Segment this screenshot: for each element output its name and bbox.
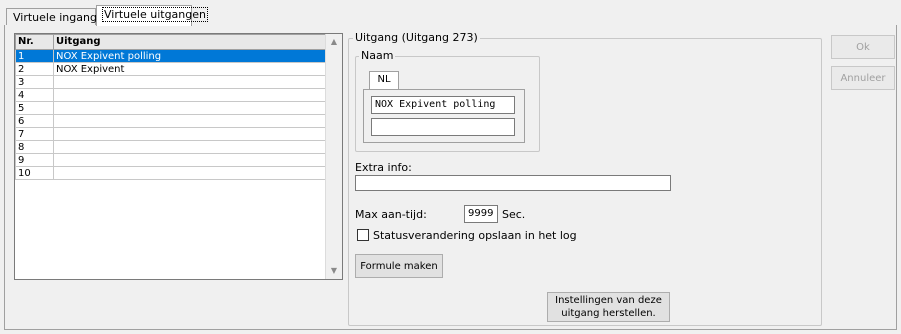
max-aan-tijd-label: Max aan-tijd: (355, 208, 427, 221)
table-header-row: Nr. Uitgang (15, 34, 326, 50)
naam-input[interactable]: NOX Expivent polling (371, 96, 515, 114)
column-header-uitgang[interactable]: Uitgang (53, 34, 326, 50)
scroll-up-icon[interactable]: ▲ (326, 34, 342, 50)
status-log-label[interactable]: Statusverandering opslaan in het log (373, 229, 577, 242)
extra-info-input[interactable] (355, 175, 671, 191)
naam-input-secondary[interactable] (371, 118, 515, 136)
table-row[interactable]: 8 (15, 140, 326, 154)
table-row[interactable]: 1 NOX Expivent polling (15, 49, 326, 63)
cell-name (53, 140, 326, 154)
cell-nr: 4 (15, 88, 54, 102)
cell-name (53, 101, 326, 115)
table-row[interactable]: 6 (15, 114, 326, 128)
column-header-nr[interactable]: Nr. (15, 34, 54, 50)
formule-maken-button[interactable]: Formule maken (355, 254, 443, 278)
cell-name (53, 75, 326, 89)
cell-nr: 1 (15, 49, 54, 63)
outputs-table: Nr. Uitgang 1 NOX Expivent polling 2 NOX E… (15, 34, 326, 180)
cell-name (53, 166, 326, 180)
cell-nr: 8 (15, 140, 54, 154)
uitgang-group-title: Uitgang (Uitgang 273) (353, 31, 480, 44)
naam-group-title: Naam (359, 49, 396, 62)
status-log-checkbox[interactable] (357, 229, 369, 241)
restore-settings-button[interactable]: Instellingen van deze uitgang herstellen… (547, 292, 670, 322)
table-row[interactable]: 5 (15, 101, 326, 115)
outputs-grid[interactable]: Nr. Uitgang 1 NOX Expivent polling 2 NOX E… (14, 33, 343, 280)
cancel-button[interactable]: Annuleer (831, 66, 895, 90)
cell-nr: 10 (15, 166, 54, 180)
ok-button[interactable]: Ok (831, 35, 895, 59)
cell-name (53, 153, 326, 167)
tab-virtuele-ingangen[interactable]: Virtuele ingangen (6, 8, 111, 26)
table-row[interactable]: 10 (15, 166, 326, 180)
table-row[interactable]: 7 (15, 127, 326, 141)
cell-name (53, 114, 326, 128)
cell-nr: 3 (15, 75, 54, 89)
scroll-down-icon[interactable]: ▼ (326, 263, 342, 279)
restore-line1: Instellingen van deze (555, 295, 662, 306)
tab-language-nl[interactable]: NL (369, 71, 399, 89)
cell-nr: 2 (15, 62, 54, 76)
tab-virtuele-uitgangen[interactable]: Virtuele uitgangen (96, 5, 208, 26)
cell-nr: 9 (15, 153, 54, 167)
cell-nr: 6 (15, 114, 54, 128)
restore-line2: uitgang herstellen. (561, 308, 656, 319)
max-aan-tijd-input[interactable]: 9999 (464, 205, 498, 223)
extra-info-label: Extra info: (355, 161, 412, 174)
cell-name (53, 127, 326, 141)
max-unit-label: Sec. (502, 208, 526, 221)
grid-scrollbar[interactable]: ▲ ▼ (325, 34, 342, 279)
cell-nr: 5 (15, 101, 54, 115)
table-row[interactable]: 3 (15, 75, 326, 89)
cell-name (53, 88, 326, 102)
table-row[interactable]: 2 NOX Expivent (15, 62, 326, 76)
table-row[interactable]: 9 (15, 153, 326, 167)
table-row[interactable]: 4 (15, 88, 326, 102)
cell-nr: 7 (15, 127, 54, 141)
cell-name: NOX Expivent polling (53, 49, 326, 63)
tab-label: Virtuele uitgangen (102, 7, 208, 22)
cell-name: NOX Expivent (53, 62, 326, 76)
